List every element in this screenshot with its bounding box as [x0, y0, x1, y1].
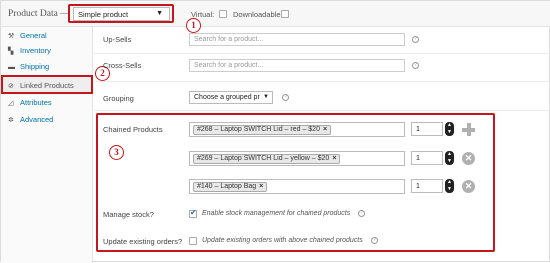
- truck-icon: ▬: [8, 64, 15, 71]
- callout-3: 3: [109, 145, 124, 160]
- chevron-down-icon[interactable]: ▼: [445, 158, 454, 165]
- chevron-down-icon: ▼: [263, 94, 269, 100]
- product-token[interactable]: #268 – Laptop SWITCH Lid – red – $20 ×: [193, 125, 332, 135]
- gear-icon: ✲: [8, 117, 14, 124]
- grouping-select[interactable]: Choose a grouped pr ▼: [189, 91, 273, 104]
- upsells-input[interactable]: Search for a product...: [189, 33, 405, 46]
- quantity-input[interactable]: 1: [411, 151, 443, 165]
- manage-stock-description: Enable stock management for chained prod…: [202, 210, 351, 217]
- virtual-checkbox[interactable]: [219, 10, 227, 18]
- quantity-input[interactable]: 1: [411, 122, 443, 136]
- upsells-label: Up-Sells: [103, 35, 132, 44]
- chevron-down-icon[interactable]: ▼: [445, 186, 454, 193]
- chained-products-label: Chained Products: [103, 125, 163, 134]
- help-icon[interactable]: ?: [412, 36, 419, 43]
- tab-shipping-label: Shipping: [20, 62, 50, 71]
- product-token[interactable]: #269 – Laptop SWITCH Lid – yellow – $20 ×: [193, 154, 341, 164]
- chained-product-field[interactable]: #140 – Laptop Bag ×: [189, 179, 405, 194]
- product-data-panel: Product Data — Simple product ▼ Virtual:…: [0, 0, 550, 263]
- product-data-tabs: ⚒ General ▚ Inventory ▬ Shipping ⊘ Linked Pr…: [1, 27, 93, 263]
- highlight-linked-products: [1, 75, 93, 94]
- token-label: #269 – Laptop SWITCH Lid – yellow – $20: [197, 155, 330, 162]
- divider: [94, 81, 550, 82]
- quantity-stepper[interactable]: ▲ ▼: [445, 122, 454, 136]
- grouping-value: Choose a grouped pr: [194, 94, 260, 101]
- help-icon[interactable]: ?: [282, 94, 289, 101]
- token-label: #140 – Laptop Bag: [197, 183, 257, 190]
- callout-1: 1: [186, 18, 201, 33]
- chained-product-field[interactable]: #268 – Laptop SWITCH Lid – red – $20 ×: [189, 122, 405, 137]
- tab-advanced[interactable]: ✲ Advanced: [1, 111, 93, 128]
- highlight-product-type: [68, 4, 174, 23]
- remove-token-icon[interactable]: ×: [323, 126, 327, 133]
- help-icon[interactable]: ?: [371, 237, 378, 244]
- tab-general-label: General: [20, 31, 47, 40]
- downloadable-label: Downloadable:: [233, 10, 283, 19]
- chevron-down-icon[interactable]: ▼: [445, 129, 454, 136]
- product-token[interactable]: #140 – Laptop Bag ×: [193, 182, 268, 192]
- add-row-icon[interactable]: [462, 123, 475, 136]
- manage-stock-checkbox[interactable]: [189, 208, 197, 218]
- attributes-icon: ◿: [8, 100, 14, 107]
- chained-product-field[interactable]: #269 – Laptop SWITCH Lid – yellow – $20 ×: [189, 151, 405, 166]
- remove-row-icon[interactable]: ✕: [462, 152, 475, 165]
- remove-token-icon[interactable]: ×: [332, 155, 336, 162]
- tab-inventory-label: Inventory: [20, 46, 51, 55]
- product-data-header: Product Data — Simple product ▼ Virtual:…: [1, 1, 550, 27]
- crosssells-input[interactable]: Search for a product...: [189, 59, 405, 72]
- tab-shipping[interactable]: ▬ Shipping: [1, 58, 93, 75]
- tab-attributes[interactable]: ◿ Attributes: [1, 94, 93, 111]
- chevron-up-icon[interactable]: ▲: [445, 179, 454, 186]
- quantity-input[interactable]: 1: [411, 179, 443, 193]
- divider: [94, 110, 550, 111]
- update-orders-description: Update existing orders with above chaine…: [202, 237, 363, 244]
- tab-advanced-label: Advanced: [20, 115, 54, 124]
- update-orders-checkbox[interactable]: [189, 237, 197, 245]
- downloadable-checkbox[interactable]: [281, 10, 289, 18]
- tab-inventory[interactable]: ▚ Inventory: [1, 42, 93, 59]
- remove-token-icon[interactable]: ×: [259, 183, 263, 190]
- quantity-stepper[interactable]: ▲ ▼: [445, 151, 454, 165]
- tab-attributes-label: Attributes: [20, 98, 52, 107]
- grouping-label: Grouping: [103, 94, 134, 103]
- remove-row-icon[interactable]: ✕: [462, 180, 475, 193]
- help-icon[interactable]: ?: [412, 62, 419, 69]
- chevron-up-icon[interactable]: ▲: [445, 151, 454, 158]
- token-label: #268 – Laptop SWITCH Lid – red – $20: [197, 126, 320, 133]
- chevron-up-icon[interactable]: ▲: [445, 122, 454, 129]
- divider: [94, 53, 550, 54]
- update-orders-label: Update existing orders?: [103, 237, 183, 246]
- product-data-title: Product Data —: [8, 9, 70, 19]
- manage-stock-label: Manage stock?: [103, 210, 154, 219]
- quantity-stepper[interactable]: ▲ ▼: [445, 179, 454, 193]
- help-icon[interactable]: ?: [358, 210, 365, 217]
- crosssells-label: Cross-Sells: [103, 61, 142, 70]
